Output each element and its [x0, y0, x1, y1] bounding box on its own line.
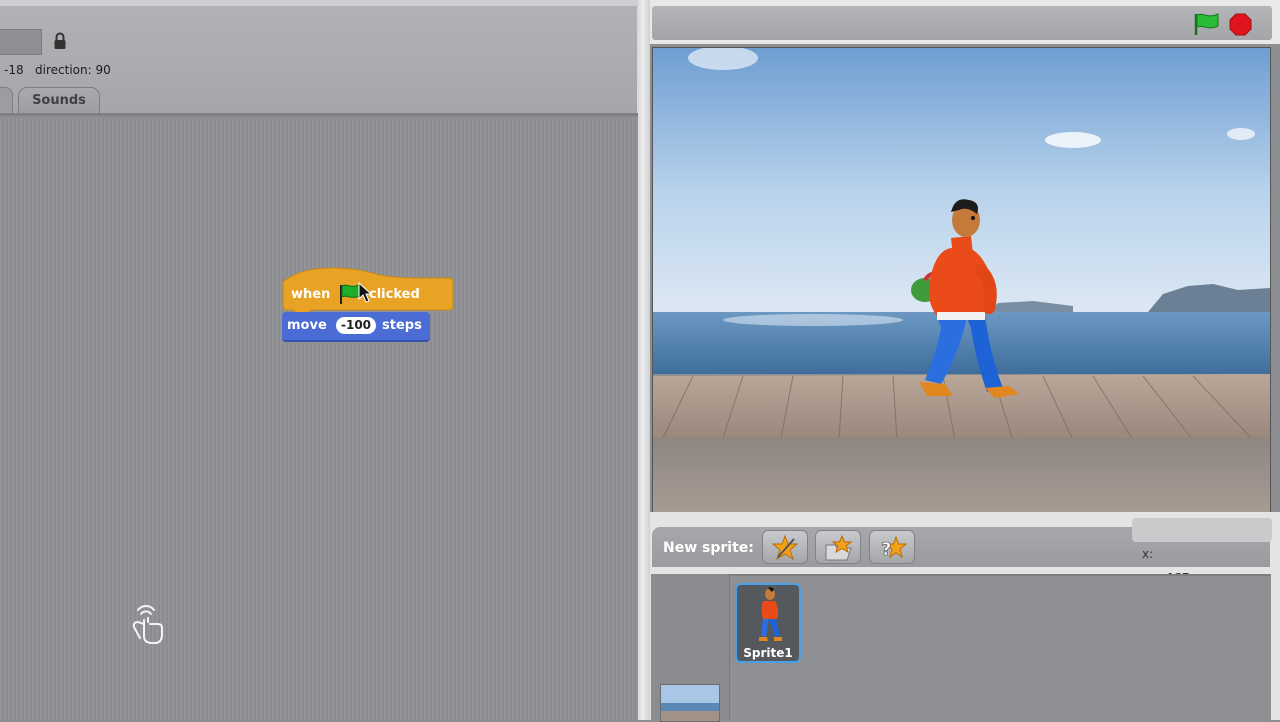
sprite-position-readout: -18 direction: 90 — [4, 63, 111, 77]
choose-sprite-button[interactable] — [815, 530, 861, 564]
choose-sprite-from-file-icon — [825, 535, 853, 561]
panel-top-border — [0, 0, 640, 6]
sprite-thumbnail[interactable]: Sprite1 — [735, 583, 801, 663]
stage[interactable] — [652, 47, 1271, 513]
stage-thumbnail[interactable] — [660, 684, 720, 722]
stop-button[interactable] — [1229, 13, 1252, 36]
touch-hand-icon — [132, 605, 163, 644]
sprite-name-field[interactable] — [0, 29, 42, 55]
scripts-area[interactable] — [0, 118, 638, 720]
paint-new-sprite-icon — [772, 535, 798, 561]
stage-header-bar — [652, 6, 1272, 40]
svg-text:?: ? — [881, 539, 891, 560]
tab-underline — [0, 113, 640, 116]
steps-label: steps — [382, 318, 422, 333]
tab-costumes[interactable] — [0, 87, 13, 114]
green-flag-button[interactable] — [1192, 12, 1220, 36]
paint-new-sprite-button[interactable] — [762, 530, 808, 564]
stage-thumbnail-image — [661, 685, 719, 721]
clicked-label: clicked — [369, 287, 420, 302]
move-label: move — [287, 318, 327, 333]
random-sprite-button[interactable]: ? — [869, 530, 915, 564]
lock-icon[interactable] — [53, 32, 67, 50]
stage-header — [650, 0, 1280, 44]
move-steps-block[interactable]: move -100 steps — [282, 312, 430, 342]
sprite-thumbnail-image — [759, 587, 782, 641]
mouse-position-readout: x: -465 y: -4 — [1132, 518, 1272, 633]
stage-backdrop — [653, 48, 1270, 512]
random-sprite-icon: ? — [881, 535, 907, 560]
pane-divider[interactable] — [638, 0, 650, 720]
new-sprite-label: New sprite: — [663, 540, 754, 556]
mouse-x-label: x: — [1142, 547, 1154, 561]
steps-input[interactable]: -100 — [336, 317, 376, 334]
when-label: when — [291, 287, 331, 302]
tab-sounds[interactable]: Sounds — [18, 87, 100, 113]
sprite-name-label: Sprite1 — [743, 646, 793, 660]
mouse-cursor-icon — [358, 282, 372, 303]
sprite-info-panel: -18 direction: 90 Sounds — [0, 0, 640, 116]
